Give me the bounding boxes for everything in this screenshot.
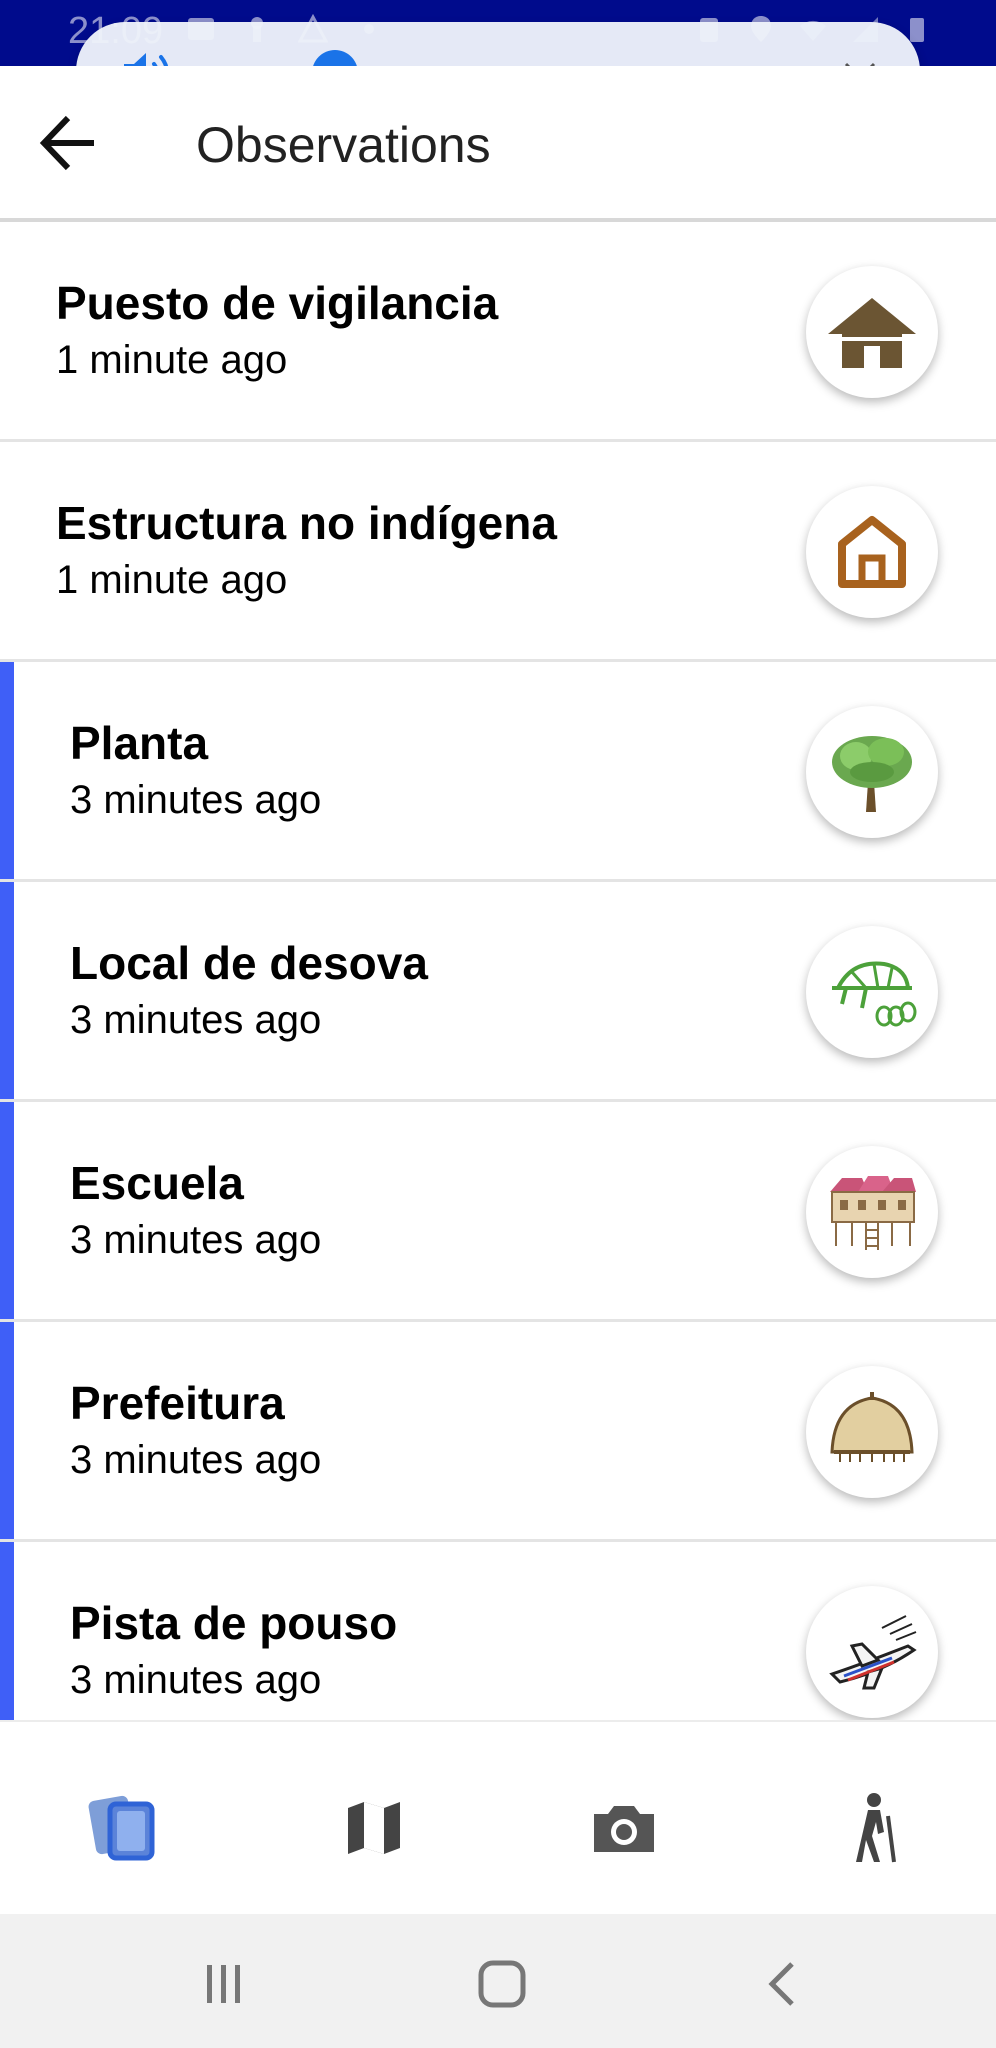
- thatched-hut-icon: [830, 1392, 914, 1462]
- turtle-eggs-icon: [832, 961, 917, 1027]
- observation-title: Puesto de vigilancia: [56, 277, 499, 329]
- observation-time: 1 minute ago: [56, 338, 288, 382]
- observation-title: Estructura no indígena: [56, 497, 557, 549]
- observation-thumbnail: [806, 926, 938, 1058]
- tree-icon: [832, 736, 912, 812]
- observation-thumbnail: [806, 706, 938, 838]
- observation-time: 3 minutes ago: [70, 778, 322, 822]
- observation-title: Prefeitura: [70, 1377, 285, 1429]
- observation-title: Escuela: [70, 1157, 244, 1209]
- house-roof-icon: [828, 298, 916, 368]
- observation-time: 1 minute ago: [56, 558, 288, 602]
- observation-title: Pista de pouso: [70, 1597, 398, 1649]
- observation-thumbnail: [806, 1586, 938, 1718]
- page-title: Observations: [196, 117, 491, 173]
- airplane-icon: [829, 1615, 917, 1690]
- observation-time: 3 minutes ago: [70, 1438, 322, 1482]
- home-icon[interactable]: [472, 1956, 532, 2012]
- map-icon[interactable]: [334, 1788, 414, 1868]
- observation-item[interactable]: Puesto de vigilancia 1 minute ago: [0, 222, 996, 442]
- observation-thumbnail: [806, 486, 938, 618]
- observation-time: 3 minutes ago: [70, 998, 322, 1042]
- system-nav: [0, 1914, 996, 2048]
- camera-icon[interactable]: [584, 1788, 664, 1868]
- observations-list-icon[interactable]: [84, 1788, 164, 1868]
- house-outline-icon: [838, 516, 906, 588]
- hiker-icon[interactable]: [834, 1788, 914, 1868]
- observation-thumbnail: [806, 1366, 938, 1498]
- observation-time: 3 minutes ago: [70, 1218, 322, 1262]
- school-building-icon: [830, 1176, 916, 1250]
- observation-item[interactable]: Escuela 3 minutes ago: [0, 1102, 996, 1322]
- observation-time: 3 minutes ago: [70, 1658, 322, 1702]
- bottom-nav: [0, 1720, 996, 1916]
- arrow-left-icon[interactable]: [36, 110, 102, 176]
- observation-item[interactable]: Estructura no indígena 1 minute ago: [0, 442, 996, 662]
- back-icon[interactable]: [752, 1956, 812, 2012]
- observation-title: Planta: [70, 717, 209, 769]
- observation-item[interactable]: Planta 3 minutes ago: [0, 662, 996, 882]
- observation-title: Local de desova: [70, 937, 428, 989]
- observation-item[interactable]: Pista de pouso 3 minutes ago: [0, 1542, 996, 1720]
- observation-thumbnail: [806, 1146, 938, 1278]
- observation-list: Puesto de vigilancia 1 minute ago Estruc…: [0, 222, 996, 1720]
- app-header: Observations: [0, 66, 996, 222]
- recent-apps-icon[interactable]: [194, 1956, 254, 2012]
- observation-thumbnail: [806, 266, 938, 398]
- observation-item[interactable]: Local de desova 3 minutes ago: [0, 882, 996, 1102]
- observation-item[interactable]: Prefeitura 3 minutes ago: [0, 1322, 996, 1542]
